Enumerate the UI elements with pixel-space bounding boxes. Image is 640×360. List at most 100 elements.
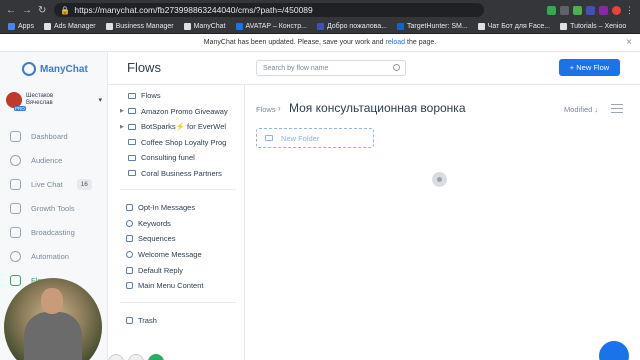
bookmark-label: Ads Manager: [53, 23, 96, 30]
nav-label: Broadcasting: [31, 227, 75, 237]
system-item-label: Sequences: [138, 234, 176, 244]
bookmark-dobro[interactable]: Добро пожалова...: [316, 23, 388, 30]
current-folder-title[interactable]: Моя консультационная воронка: [289, 101, 466, 115]
bookmark-favicon-icon: [477, 23, 485, 30]
webcam-person-body: [24, 312, 82, 360]
nav-growth-tools[interactable]: Growth Tools: [0, 196, 108, 220]
address-text: https://manychat.com/fb273998863244040/c…: [74, 5, 313, 15]
tree-item-label: Coral Business Partners: [141, 168, 222, 178]
bookmark-avatap[interactable]: AVATAP – Констр...: [235, 23, 307, 30]
tree-item-folder[interactable]: ▶ Amazon Promo Giveaway: [120, 104, 238, 120]
dashboard-icon: [10, 130, 21, 142]
nav-live-chat[interactable]: Live Chat 16: [0, 172, 108, 196]
search-input[interactable]: Search by flow name: [256, 60, 406, 76]
folder-icon: [128, 108, 136, 115]
nav-broadcasting[interactable]: Broadcasting: [0, 220, 108, 244]
bookmark-manychat[interactable]: ManyChat: [183, 23, 226, 30]
reload-link[interactable]: reload: [386, 39, 405, 46]
bookmark-business-manager[interactable]: Business Manager: [105, 23, 174, 30]
nav-label: Audience: [31, 155, 63, 165]
tree-item-folder[interactable]: Coffee Shop Loyalty Prog: [120, 135, 238, 151]
extension-icon[interactable]: [547, 5, 556, 15]
lock-icon: 🔒: [60, 5, 71, 15]
growth-tools-icon: [10, 202, 21, 214]
nav-automation[interactable]: Automation: [0, 244, 108, 268]
system-item-opt-in[interactable]: Opt-In Messages: [120, 200, 238, 216]
system-item-label: Welcome Message: [138, 250, 202, 260]
browser-nav: ← → ↻: [6, 5, 46, 16]
bookmark-targethunter[interactable]: TargetHunter: SM...: [397, 23, 468, 30]
live-chat-count: 16: [76, 178, 92, 190]
tree-item-folder[interactable]: ▶ BotSparks⚡ for EverWel: [120, 119, 238, 135]
nav-dashboard[interactable]: Dashboard: [0, 124, 108, 148]
banner-text-end: the page.: [407, 39, 437, 46]
extensions: ⋮: [547, 5, 634, 16]
folder-icon: [128, 170, 136, 177]
bookmark-ads-manager[interactable]: Ads Manager: [43, 23, 96, 30]
chat-icon: [10, 178, 21, 190]
apps-grid-icon: [8, 23, 15, 30]
extension-icon[interactable]: [599, 5, 608, 15]
avatar: PRO: [6, 92, 26, 111]
system-item-sequences[interactable]: Sequences: [120, 231, 238, 247]
list-view-icon[interactable]: [611, 104, 623, 113]
bookmark-label: AVATAP – Констр...: [245, 23, 307, 30]
bookmark-label: Добро пожалова...: [326, 23, 388, 30]
manychat-logo[interactable]: ManyChat: [22, 62, 88, 76]
system-item-welcome[interactable]: Welcome Message: [120, 247, 238, 263]
bookmark-favicon-icon: [105, 23, 113, 30]
bookmark-favicon-icon: [43, 23, 51, 30]
extension-icon[interactable]: [560, 5, 569, 15]
bookmark-chatbot[interactable]: Чат Бот для Face...: [477, 23, 550, 30]
forward-icon[interactable]: →: [22, 5, 32, 16]
automation-icon: [10, 250, 21, 262]
new-folder-button[interactable]: New Folder: [256, 128, 374, 148]
account-switcher[interactable]: PRO Шестаков Вячеслав ▾: [6, 92, 106, 111]
bookmark-label: TargetHunter: SM...: [407, 23, 468, 30]
menu-icon: [126, 282, 133, 290]
menu-dots-icon[interactable]: ⋮: [625, 5, 634, 16]
control-button[interactable]: [108, 354, 124, 360]
bookmark-favicon-icon: [316, 23, 324, 30]
new-folder-label: New Folder: [281, 133, 320, 143]
webcam-person-head: [41, 288, 63, 314]
bookmark-label: Apps: [18, 23, 34, 30]
bookmark-xenioo[interactable]: Tutorials – Xenioo: [560, 23, 626, 30]
folder-icon: [128, 92, 136, 99]
profile-avatar-icon[interactable]: [612, 5, 621, 15]
reload-icon[interactable]: ↻: [38, 5, 46, 16]
tree-item-folder[interactable]: Consulting funel: [120, 150, 238, 166]
tree-item-folder[interactable]: Coral Business Partners: [120, 166, 238, 182]
new-flow-button[interactable]: + New Flow: [559, 59, 620, 76]
control-button[interactable]: [128, 354, 144, 360]
extension-icon[interactable]: [586, 5, 595, 15]
bookmark-favicon-icon: [235, 23, 243, 30]
bookmark-label: Business Manager: [115, 23, 174, 30]
system-item-default-reply[interactable]: Default Reply: [120, 262, 238, 278]
caret-right-icon[interactable]: ▶: [120, 108, 128, 114]
back-icon[interactable]: ←: [6, 5, 16, 16]
folder-icon: [128, 139, 136, 146]
column-divider: [244, 85, 245, 360]
extension-icon[interactable]: [573, 5, 582, 15]
address-bar[interactable]: 🔒 https://manychat.com/fb273998863244040…: [54, 3, 485, 17]
control-button[interactable]: [148, 354, 164, 360]
nav-audience[interactable]: Audience: [0, 148, 108, 172]
caret-right-icon[interactable]: ▶: [120, 124, 128, 130]
account-name: Шестаков Вячеслав: [26, 93, 53, 107]
folder-icon: [128, 154, 136, 161]
bookmark-apps[interactable]: Apps: [8, 23, 34, 30]
trash-item[interactable]: Trash: [120, 313, 238, 329]
system-item-main-menu[interactable]: Main Menu Content: [120, 278, 238, 294]
browser-toolbar: ← → ↻ 🔒 https://manychat.com/fb273998863…: [0, 0, 640, 20]
system-item-keywords[interactable]: Keywords: [120, 216, 238, 232]
support-chat-button[interactable]: [599, 341, 629, 360]
trash-icon: [126, 316, 133, 324]
banner-close-icon[interactable]: ×: [626, 37, 632, 48]
keywords-icon: [126, 219, 133, 227]
tree-item-label: Flows: [141, 91, 161, 101]
tree-item-label: Amazon Promo Giveaway: [141, 106, 228, 116]
breadcrumb-flows[interactable]: Flows: [256, 105, 276, 114]
tree-item-flows[interactable]: Flows: [120, 88, 238, 104]
sort-dropdown[interactable]: Modified ↓: [564, 105, 598, 114]
